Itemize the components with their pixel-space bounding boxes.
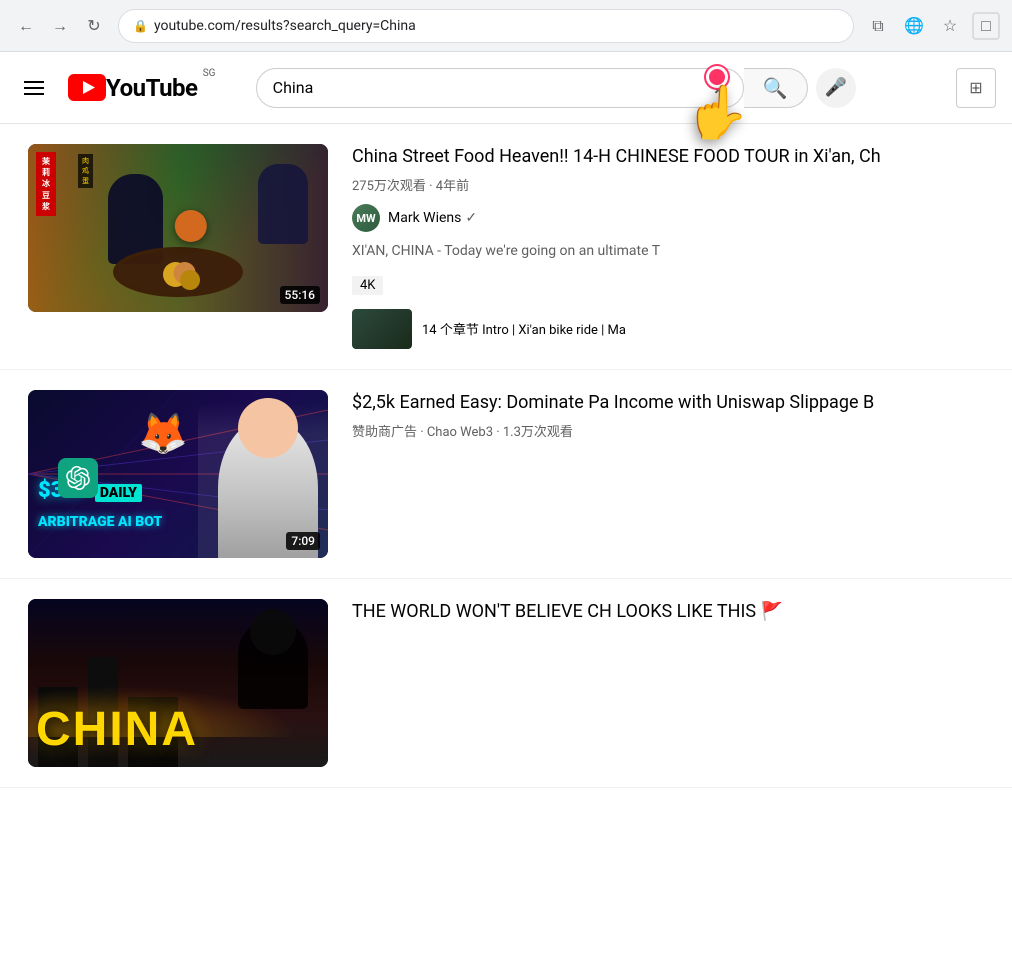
video-thumbnail-3[interactable]: CHINA xyxy=(28,599,328,767)
video-duration-1: 55:16 xyxy=(280,286,320,304)
translate-button[interactable]: 🌐 xyxy=(900,12,928,40)
youtube-logo[interactable]: YouTube SG xyxy=(68,74,197,102)
channel-avatar-placeholder-1: MW xyxy=(352,204,380,232)
youtube-logo-icon xyxy=(68,74,106,101)
lock-icon: 🔒 xyxy=(133,19,148,33)
youtube-header: YouTube SG China ✕ 🔍 👆 🎤 ⊞ xyxy=(0,52,1012,124)
search-area: China ✕ 🔍 👆 🎤 xyxy=(256,68,856,108)
search-box[interactable]: China ✕ xyxy=(256,68,744,108)
search-icon: 🔍 xyxy=(763,76,788,100)
mic-icon: 🎤 xyxy=(824,77,846,98)
result-item-2[interactable]: 🦊 $3K+ DAILY ARBITRAGE AI BOT 7:09 xyxy=(0,370,1012,579)
forward-button[interactable]: → xyxy=(46,12,74,40)
channel-name-text-1: Mark Wiens xyxy=(388,210,461,226)
hamburger-line-1 xyxy=(24,81,44,83)
bookmark-button[interactable]: ☆ xyxy=(936,12,964,40)
menu-button[interactable] xyxy=(16,73,52,103)
result-meta-1: 275万次观看 · 4年前 xyxy=(352,175,992,194)
header-actions: ⊞ xyxy=(956,68,996,108)
result-title-3[interactable]: THE WORLD WON'T BELIEVE CH LOOKS LIKE TH… xyxy=(352,599,992,624)
search-input-text: China xyxy=(273,78,703,97)
youtube-logo-country: SG xyxy=(203,68,216,79)
result-description-1: XI'AN, CHINA - Today we're going on an u… xyxy=(352,242,992,262)
video-thumbnail-1[interactable]: 茉莉冰豆浆 肉鸡蛋 55:16 xyxy=(28,144,328,312)
result-tag-4k: 4K xyxy=(352,276,383,295)
chapter-info: 14 个章节 Intro | Xi'an bike ride | Ma xyxy=(422,319,626,338)
address-text: youtube.com/results?search_query=China xyxy=(154,18,839,34)
result-channel-1: MW Mark Wiens ✓ xyxy=(352,204,992,232)
create-icon: ⊞ xyxy=(969,78,982,97)
thumb2-background: 🦊 $3K+ DAILY ARBITRAGE AI BOT xyxy=(28,390,328,558)
browser-actions: ⧉ 🌐 ☆ □ xyxy=(864,12,1000,40)
chapters-preview[interactable]: 14 个章节 Intro | Xi'an bike ride | Ma xyxy=(352,309,992,349)
chapter-thumbnail xyxy=(352,309,412,349)
channel-name-1[interactable]: Mark Wiens ✓ xyxy=(388,210,477,226)
chapters-count: 14 个章节 xyxy=(422,323,479,338)
search-button[interactable]: 🔍 xyxy=(744,68,808,108)
address-bar[interactable]: 🔒 youtube.com/results?search_query=China xyxy=(118,9,854,43)
video-duration-2: 7:09 xyxy=(286,532,320,550)
chatgpt-icon xyxy=(58,458,98,498)
external-link-button[interactable]: ⧉ xyxy=(864,12,892,40)
result-title-2[interactable]: $2,5k Earned Easy: Dominate Pa Income wi… xyxy=(352,390,992,415)
result-item-1[interactable]: 茉莉冰豆浆 肉鸡蛋 55:16 China Street Food Heaven… xyxy=(0,124,1012,370)
refresh-button[interactable]: ↻ xyxy=(80,12,108,40)
channel-avatar-1: MW xyxy=(352,204,380,232)
chapters-detail: Intro | Xi'an bike ride | Ma xyxy=(482,323,626,338)
extensions-button[interactable]: □ xyxy=(972,12,1000,40)
result-info-1: China Street Food Heaven!! 14-H CHINESE … xyxy=(352,144,992,349)
video-thumbnail-2[interactable]: 🦊 $3K+ DAILY ARBITRAGE AI BOT 7:09 xyxy=(28,390,328,558)
browser-nav-buttons: ← → ↻ xyxy=(12,12,108,40)
thumb3-background: CHINA xyxy=(28,599,328,767)
search-results: 茉莉冰豆浆 肉鸡蛋 55:16 China Street Food Heaven… xyxy=(0,124,1012,788)
result-title-1[interactable]: China Street Food Heaven!! 14-H CHINESE … xyxy=(352,144,992,169)
result-info-2: $2,5k Earned Easy: Dominate Pa Income wi… xyxy=(352,390,992,558)
back-button[interactable]: ← xyxy=(12,12,40,40)
cursor-hand: 👆 xyxy=(685,82,750,143)
hamburger-line-3 xyxy=(24,93,44,95)
result-info-3: THE WORLD WON'T BELIEVE CH LOOKS LIKE TH… xyxy=(352,599,992,767)
browser-chrome: ← → ↻ 🔒 youtube.com/results?search_query… xyxy=(0,0,1012,52)
result-meta-2: 赞助商广告 · Chao Web3 · 1.3万次观看 xyxy=(352,421,992,440)
youtube-logo-text: YouTube xyxy=(106,74,197,102)
result-item-3[interactable]: CHINA THE WORLD WON'T BELIEVE CH LOOKS L… xyxy=(0,579,1012,788)
mic-button[interactable]: 🎤 xyxy=(816,68,856,108)
hamburger-line-2 xyxy=(24,87,44,89)
verified-badge-1: ✓ xyxy=(465,210,477,226)
create-button[interactable]: ⊞ xyxy=(956,68,996,108)
